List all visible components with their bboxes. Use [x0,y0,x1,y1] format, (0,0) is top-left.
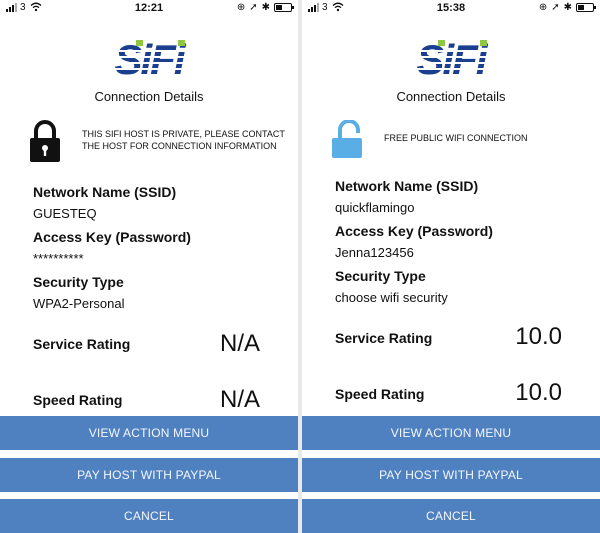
field-label: Network Name (SSID) [335,178,479,194]
rating-label: Speed Rating [335,386,425,402]
notice-text: FREE PUBLIC WIFI CONNECTION [384,133,528,143]
svg-text:SiFi: SiFi [114,38,186,82]
cancel-button[interactable]: CANCEL [302,499,600,533]
service-rating: Service Rating N/A [33,330,274,357]
page-subtitle: Connection Details [94,89,204,104]
field-value: choose wifi security [335,290,448,305]
sifi-logo: SiFi [302,38,600,82]
rating-value: 10.0 [515,323,562,350]
battery-icon [274,3,294,12]
battery-icon [576,3,596,12]
cancel-button[interactable]: CANCEL [0,499,298,533]
rating-value: N/A [219,386,260,413]
status-bar: 3 15:38 ⊕ ➚ ✱ [302,0,600,16]
page-subtitle: Connection Details [396,89,506,104]
host-notice: THIS SIFI HOST IS PRIVATE, PLEASE CONTAC… [28,120,288,166]
status-bar: 3 12:21 ⊕ ➚ ✱ [0,0,298,16]
rating-label: Speed Rating [33,392,123,408]
field-value: ********** [33,251,84,266]
view-action-menu-button[interactable]: VIEW ACTION MENU [0,416,298,450]
field-label: Access Key (Password) [335,223,493,239]
pay-host-paypal-button[interactable]: PAY HOST WITH PAYPAL [0,458,298,492]
speed-rating: Speed Rating N/A [33,386,274,413]
connection-fields: Network Name (SSID) quickflamingo Access… [335,178,586,305]
screen-public-wifi: 3 15:38 ⊕ ➚ ✱ SiFi Connection Details FR… [302,0,600,533]
field-value: WPA2-Personal [33,296,125,311]
service-rating: Service Rating 10.0 [335,323,576,350]
field-value: GUESTEQ [33,206,97,221]
app-comparison: 3 12:21 ⊕ ➚ ✱ SiFi Connection Details TH… [0,0,600,533]
sifi-logo: SiFi [0,38,298,82]
status-icons: ⊕ ➚ ✱ [538,2,596,13]
field-value: quickflamingo [335,200,415,215]
field-label: Access Key (Password) [33,229,191,245]
orientation-lock-icon: ⊕ [538,2,548,13]
rating-value: N/A [219,330,260,357]
orientation-lock-icon: ⊕ [236,2,246,13]
field-label: Security Type [33,274,124,290]
connection-fields: Network Name (SSID) GUESTEQ Access Key (… [33,184,284,311]
location-icon: ➚ [551,2,560,13]
pay-host-paypal-button[interactable]: PAY HOST WITH PAYPAL [302,458,600,492]
view-action-menu-button[interactable]: VIEW ACTION MENU [302,416,600,450]
lock-closed-icon [28,120,62,169]
location-icon: ➚ [249,2,258,13]
notice-text: THIS SIFI HOST IS PRIVATE, PLEASE CONTAC… [82,129,285,151]
host-notice: FREE PUBLIC WIFI CONNECTION [330,119,590,169]
field-label: Security Type [335,268,426,284]
bluetooth-icon: ✱ [261,2,270,13]
speed-rating: Speed Rating 10.0 [335,379,576,406]
rating-label: Service Rating [335,330,433,346]
field-value: Jenna123456 [335,245,414,260]
field-label: Network Name (SSID) [33,184,177,200]
rating-label: Service Rating [33,336,131,352]
screen-private-host: 3 12:21 ⊕ ➚ ✱ SiFi Connection Details TH… [0,0,298,533]
lock-open-icon [330,119,364,169]
bluetooth-icon: ✱ [563,2,572,13]
status-icons: ⊕ ➚ ✱ [236,2,294,13]
svg-text:SiFi: SiFi [416,38,488,82]
rating-value: 10.0 [515,379,562,406]
